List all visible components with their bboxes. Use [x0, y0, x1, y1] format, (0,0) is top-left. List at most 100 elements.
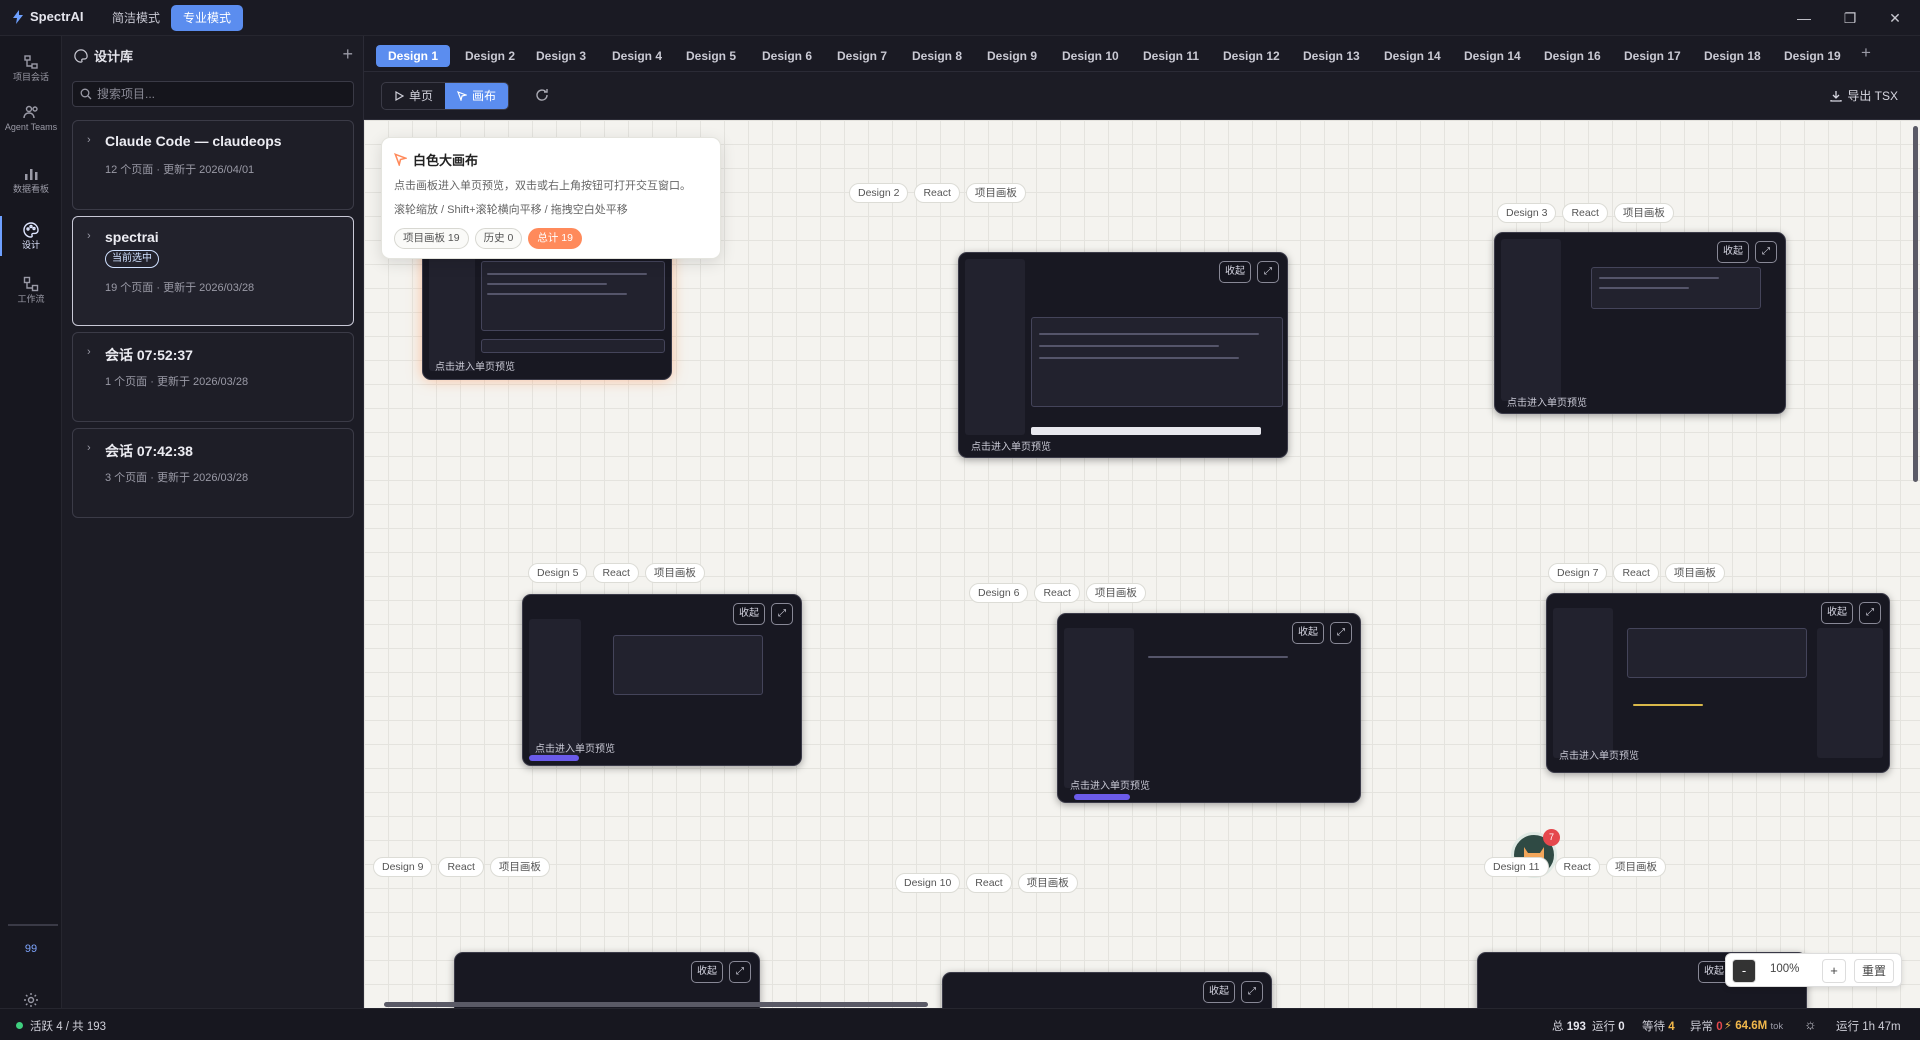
- mode-simple-button[interactable]: 简洁模式: [100, 5, 172, 31]
- project-card[interactable]: › 会话 07:42:38 3 个页面 · 更新于 2026/03/28: [72, 428, 354, 518]
- export-label: 导出 TSX: [1847, 89, 1898, 103]
- collapse-button[interactable]: 收起: [1292, 622, 1324, 644]
- expand-icon[interactable]: ⤢: [729, 961, 751, 983]
- project-card[interactable]: › 会话 07:52:37 1 个页面 · 更新于 2026/03/28: [72, 332, 354, 422]
- expand-icon[interactable]: ⤢: [1755, 241, 1777, 263]
- search-placeholder: 搜索项目...: [97, 87, 156, 101]
- chevron-right-icon[interactable]: ›: [87, 346, 91, 358]
- design-board-6[interactable]: 收起 ⤢ 点击进入单页预览: [1057, 613, 1361, 803]
- tab-design-18[interactable]: Design 18: [1692, 45, 1773, 67]
- tab-design-4[interactable]: Design 4: [600, 45, 674, 67]
- board-kind: 项目画板: [1017, 873, 1078, 893]
- export-tsx-button[interactable]: 导出 TSX: [1830, 87, 1898, 104]
- collapse-button[interactable]: 收起: [1219, 261, 1251, 283]
- tab-design-13[interactable]: Design 13: [1291, 45, 1372, 67]
- tab-design-9[interactable]: Design 9: [975, 45, 1049, 67]
- rail-label: Agent Teams: [4, 122, 58, 132]
- chevron-right-icon[interactable]: ›: [87, 230, 91, 242]
- design-library-panel: 设计库 + 搜索项目... › Claude Code — claudeops …: [62, 36, 364, 1008]
- status-error-value: 0: [1716, 1021, 1723, 1033]
- design-board-7[interactable]: 收起 ⤢ 点击进入单页预览: [1546, 593, 1890, 773]
- tab-design-2[interactable]: Design 2: [453, 45, 527, 67]
- tab-design-14[interactable]: Design 14: [1372, 45, 1453, 67]
- zoom-out-button[interactable]: -: [1732, 959, 1756, 983]
- tab-design-12[interactable]: Design 12: [1211, 45, 1292, 67]
- canvas-info-card: 白色大画布 点击画板进入单页预览，双击或右上角按钮可打开交互窗口。 滚轮缩放 /…: [381, 137, 721, 259]
- design-board-9[interactable]: 收起 ⤢: [454, 952, 760, 1008]
- restore-icon[interactable]: ❐: [1840, 8, 1860, 28]
- board-preview-sidebar: [1064, 628, 1134, 788]
- chevron-right-icon[interactable]: ›: [87, 442, 91, 454]
- tab-design-16[interactable]: Design 16: [1532, 45, 1613, 67]
- rail-item-design[interactable]: 设计: [0, 216, 62, 256]
- design-board-2[interactable]: 收起 ⤢ 点击进入单页预览: [958, 252, 1288, 458]
- single-page-button[interactable]: 单页: [382, 83, 445, 109]
- expand-icon[interactable]: ⤢: [1241, 981, 1263, 1003]
- design-board-3[interactable]: 收起 ⤢ 点击进入单页预览: [1494, 232, 1786, 414]
- info-line-1: 点击画板进入单页预览，双击或右上角按钮可打开交互窗口。: [394, 180, 691, 192]
- collapse-button[interactable]: 收起: [1717, 241, 1749, 263]
- design-board-10[interactable]: 收起 ⤢: [942, 972, 1272, 1008]
- canvas-view-button[interactable]: 画布: [445, 83, 509, 109]
- zoom-level: 100%: [1770, 963, 1800, 975]
- status-error: 异常 0: [1690, 1018, 1723, 1034]
- theme-toggle-icon[interactable]: ☼: [1804, 1016, 1817, 1032]
- add-project-icon[interactable]: +: [342, 44, 353, 65]
- expand-icon[interactable]: ⤢: [1257, 261, 1279, 283]
- tab-design-11[interactable]: Design 11: [1131, 45, 1211, 67]
- project-card-selected[interactable]: › spectrai 当前选中 19 个页面 · 更新于 2026/03/28: [72, 216, 354, 326]
- preview-line: [487, 273, 647, 275]
- tab-design-3[interactable]: Design 3: [524, 45, 598, 67]
- project-card[interactable]: › Claude Code — claudeops 12 个页面 · 更新于 2…: [72, 120, 354, 210]
- single-page-label: 单页: [409, 89, 434, 103]
- status-bar: 活跃 4 / 共 193 总 193 运行 0 等待 4 异常 0 ⚡ 64.6…: [0, 1008, 1920, 1040]
- tab-design-1[interactable]: Design 1: [376, 45, 451, 67]
- chevron-right-icon[interactable]: ›: [87, 134, 91, 146]
- tab-design-17[interactable]: Design 17: [1612, 45, 1693, 67]
- zoom-in-button[interactable]: +: [1822, 959, 1846, 983]
- board-preview-sidebar: [965, 259, 1025, 435]
- board-preview-input: [481, 339, 665, 353]
- tab-design-8[interactable]: Design 8: [900, 45, 974, 67]
- design-canvas[interactable]: 点击进入单页预览 白色大画布 点击画板进入单页预览，双击或右上角按钮可打开交互窗…: [364, 120, 1920, 1008]
- vertical-scrollbar[interactable]: [1913, 126, 1918, 482]
- gear-icon: [24, 993, 38, 1007]
- board-kind: 项目画板: [644, 563, 705, 583]
- collapse-button[interactable]: 收起: [1821, 602, 1853, 624]
- collapse-button[interactable]: 收起: [1203, 981, 1235, 1003]
- status-error-label: 异常: [1690, 1021, 1713, 1033]
- minimize-icon[interactable]: —: [1794, 8, 1814, 28]
- expand-icon[interactable]: ⤢: [1859, 602, 1881, 624]
- tab-design-14b[interactable]: Design 14: [1452, 45, 1533, 67]
- board-preview-rightbar: [1817, 628, 1883, 758]
- collapse-button[interactable]: 收起: [691, 961, 723, 983]
- play-icon: [395, 91, 404, 101]
- download-icon: [1830, 90, 1842, 102]
- rail-item-workflow[interactable]: 工作流: [0, 276, 62, 305]
- mode-pro-button[interactable]: 专业模式: [171, 5, 244, 31]
- expand-icon[interactable]: ⤢: [1330, 622, 1352, 644]
- board-name: Design 9: [373, 857, 433, 877]
- project-name: 会话 07:42:38: [105, 443, 193, 459]
- add-tab-icon[interactable]: +: [1861, 43, 1871, 63]
- project-meta: 3 个页面 · 更新于 2026/03/28: [105, 472, 249, 484]
- rail-item-agent-teams[interactable]: Agent Teams: [0, 104, 62, 133]
- rail-item-dashboard[interactable]: 数据看板: [0, 166, 62, 195]
- tab-design-10[interactable]: Design 10: [1050, 45, 1131, 67]
- preview-line: [1599, 277, 1719, 279]
- tab-design-7[interactable]: Design 7: [825, 45, 899, 67]
- collapse-button[interactable]: 收起: [733, 603, 765, 625]
- rail-item-projects[interactable]: 项目会话: [0, 54, 62, 83]
- refresh-icon[interactable]: [535, 88, 549, 102]
- tab-design-6[interactable]: Design 6: [750, 45, 824, 67]
- board-hint: 点击进入单页预览: [535, 744, 615, 755]
- tab-design-19[interactable]: Design 19: [1772, 45, 1853, 67]
- design-board-5[interactable]: 收起 ⤢ 点击进入单页预览: [522, 594, 802, 766]
- close-icon[interactable]: ✕: [1885, 8, 1905, 28]
- chip-project-boards: 项目画板 19: [394, 228, 469, 249]
- tab-design-5[interactable]: Design 5: [674, 45, 748, 67]
- zoom-reset-button[interactable]: 重置: [1854, 959, 1894, 983]
- expand-icon[interactable]: ⤢: [771, 603, 793, 625]
- project-search-input[interactable]: 搜索项目...: [72, 81, 354, 107]
- horizontal-scrollbar[interactable]: [384, 1002, 928, 1007]
